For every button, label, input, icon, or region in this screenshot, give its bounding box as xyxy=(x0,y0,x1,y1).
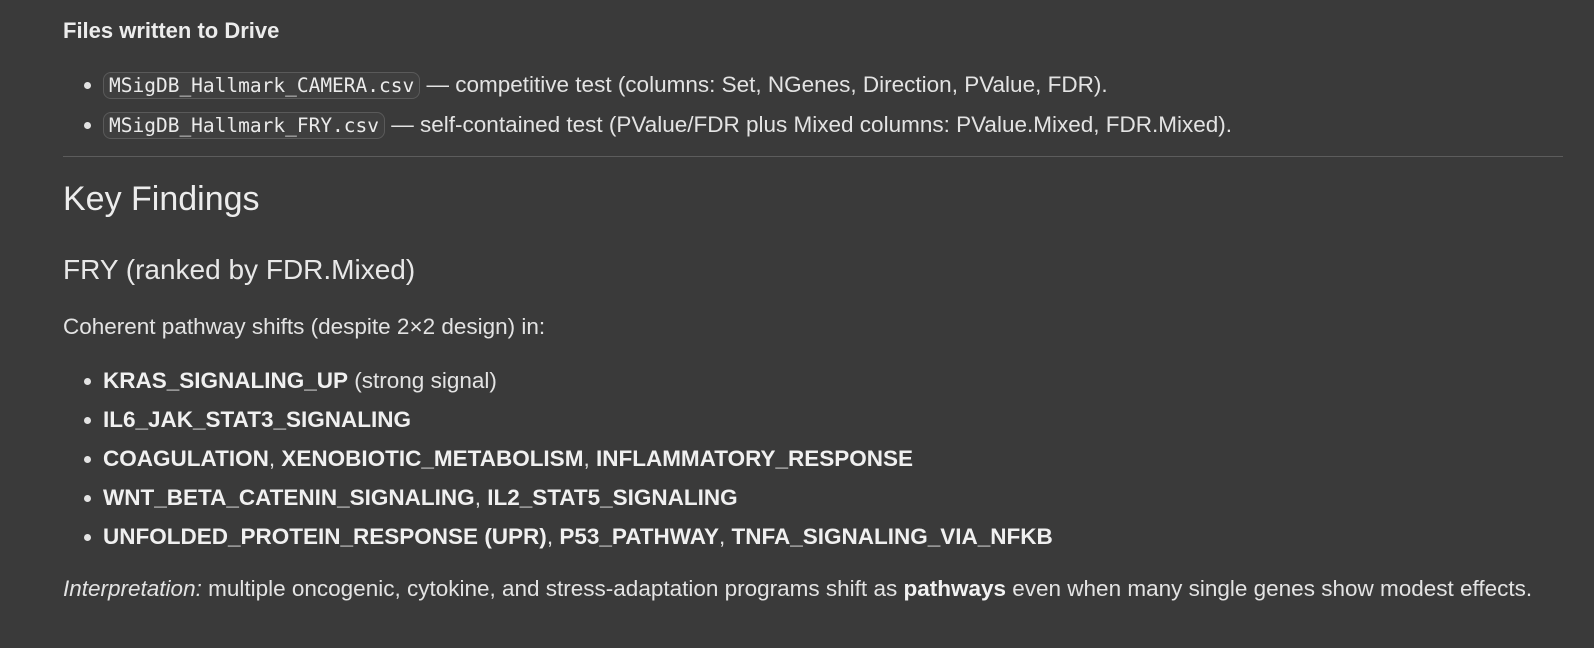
file-description: — competitive test (columns: Set, NGenes… xyxy=(420,72,1108,97)
pathway-note: (strong signal) xyxy=(348,368,497,393)
list-item: UNFOLDED_PROTEIN_RESPONSE (UPR), P53_PAT… xyxy=(84,517,1053,556)
separator: , xyxy=(583,446,596,471)
list-item: IL6_JAK_STAT3_SIGNALING xyxy=(84,400,1053,439)
pathway-name: WNT_BETA_CATENIN_SIGNALING xyxy=(103,485,475,510)
pathway-name: P53_PATHWAY xyxy=(559,524,719,549)
pathway-name: TNFA_SIGNALING_VIA_NFKB xyxy=(731,524,1053,549)
files-list: MSigDB_Hallmark_CAMERA.csv — competitive… xyxy=(83,65,1233,145)
list-item: MSigDB_Hallmark_CAMERA.csv — competitive… xyxy=(83,65,1232,105)
interpretation-text: multiple oncogenic, cytokine, and stress… xyxy=(201,576,904,601)
list-item: COAGULATION, XENOBIOTIC_METABOLISM, INFL… xyxy=(84,439,1053,478)
filename-code: MSigDB_Hallmark_CAMERA.csv xyxy=(103,72,421,99)
pathway-name: INFLAMMATORY_RESPONSE xyxy=(595,446,914,471)
separator: , xyxy=(718,524,732,549)
interpretation-text-end: even when many single genes show modest … xyxy=(1006,576,1533,601)
files-written-heading: Files written to Drive xyxy=(63,18,280,43)
pathway-name: KRAS_SIGNALING_UP xyxy=(103,368,349,393)
file-description: — self-contained test (PValue/FDR plus M… xyxy=(385,112,1233,137)
separator: , xyxy=(474,485,488,510)
findings-intro: Coherent pathway shifts (despite 2×2 des… xyxy=(63,314,546,339)
findings-list: KRAS_SIGNALING_UP (strong signal) IL6_JA… xyxy=(84,361,1053,556)
pathway-name: IL2_STAT5_SIGNALING xyxy=(487,485,738,510)
list-item: KRAS_SIGNALING_UP (strong signal) xyxy=(84,361,1053,400)
separator: , xyxy=(546,524,560,549)
interpretation-emphasis: pathways xyxy=(903,576,1006,601)
separator: , xyxy=(268,446,282,471)
pathway-name: UNFOLDED_PROTEIN_RESPONSE (UPR) xyxy=(103,524,547,549)
list-item: WNT_BETA_CATENIN_SIGNALING, IL2_STAT5_SI… xyxy=(84,478,1053,517)
filename-code: MSigDB_Hallmark_FRY.csv xyxy=(103,112,386,139)
list-item: MSigDB_Hallmark_FRY.csv — self-contained… xyxy=(83,105,1233,145)
horizontal-divider xyxy=(63,156,1563,157)
interpretation-label: Interpretation: xyxy=(63,576,202,601)
interpretation-paragraph: Interpretation: multiple oncogenic, cyto… xyxy=(63,570,1563,608)
key-findings-heading: Key Findings xyxy=(63,180,260,218)
pathway-name: XENOBIOTIC_METABOLISM xyxy=(281,446,584,471)
pathway-name: COAGULATION xyxy=(103,446,269,471)
pathway-name: IL6_JAK_STAT3_SIGNALING xyxy=(103,407,411,432)
fry-subheading: FRY (ranked by FDR.Mixed) xyxy=(63,254,416,285)
